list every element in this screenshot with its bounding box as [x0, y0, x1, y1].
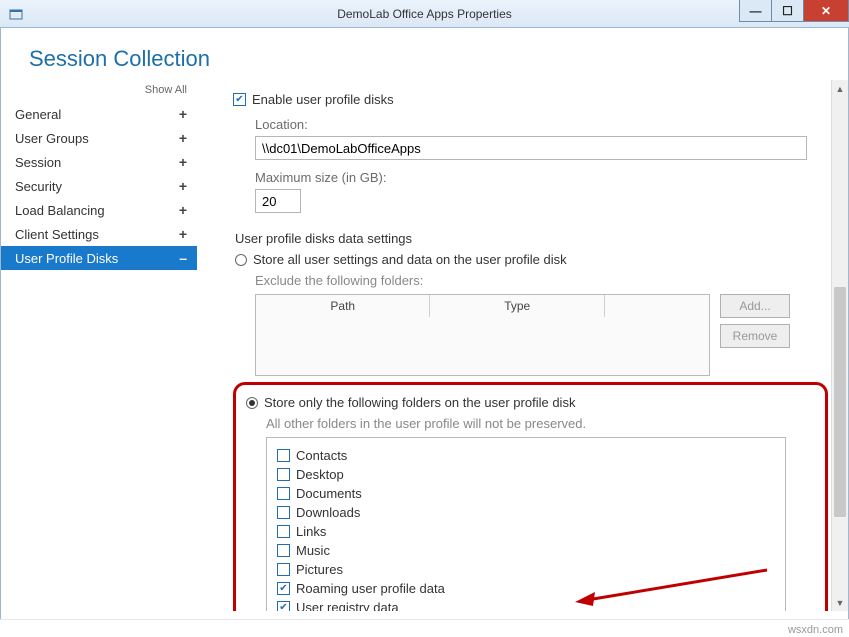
- add-button[interactable]: Add...: [720, 294, 790, 318]
- maxsize-label: Maximum size (in GB):: [255, 170, 828, 185]
- vertical-scrollbar[interactable]: ▲ ▼: [831, 80, 848, 611]
- chk-registry[interactable]: ✔: [277, 601, 290, 611]
- col-path[interactable]: Path: [256, 295, 430, 317]
- expand-icon: +: [179, 202, 187, 218]
- exclude-folders-body: [256, 317, 709, 375]
- sidebar-item-general[interactable]: General +: [1, 102, 197, 126]
- lbl-documents: Documents: [296, 486, 362, 501]
- exclude-folders-table: Path Type: [255, 294, 710, 376]
- sidebar-item-label: General: [15, 107, 61, 122]
- window-controls: — ☐ ✕: [739, 0, 849, 22]
- sidebar-item-label: Security: [15, 179, 62, 194]
- radio-store-only-label: Store only the following folders on the …: [264, 395, 575, 410]
- chk-music[interactable]: [277, 544, 290, 557]
- expand-icon: +: [179, 154, 187, 170]
- sidebar: Show All General+ User Groups+ Session+ …: [1, 80, 197, 611]
- sidebar-item-label: User Groups: [15, 131, 89, 146]
- scroll-track[interactable]: [832, 97, 848, 594]
- window-titlebar: DemoLab Office Apps Properties — ☐ ✕: [0, 0, 849, 28]
- scroll-up-icon[interactable]: ▲: [832, 80, 848, 97]
- sidebar-item-security[interactable]: Security +: [1, 174, 197, 198]
- collapse-icon: –: [179, 250, 187, 266]
- lbl-links: Links: [296, 524, 326, 539]
- scroll-thumb[interactable]: [834, 287, 846, 517]
- radio-store-only[interactable]: [246, 397, 258, 409]
- minimize-button[interactable]: —: [739, 0, 771, 22]
- lbl-desktop: Desktop: [296, 467, 344, 482]
- col-type[interactable]: Type: [430, 295, 604, 317]
- sidebar-item-load-balancing[interactable]: Load Balancing +: [1, 198, 197, 222]
- location-input[interactable]: [255, 136, 807, 160]
- chk-downloads[interactable]: [277, 506, 290, 519]
- expand-icon: +: [179, 178, 187, 194]
- sidebar-item-client-settings[interactable]: Client Settings +: [1, 222, 197, 246]
- watermark: wsxdn.com: [788, 624, 843, 636]
- radio-store-all[interactable]: [235, 254, 247, 266]
- upd-settings-header: User profile disks data settings: [235, 231, 828, 246]
- exclude-folders-label: Exclude the following folders:: [255, 273, 828, 288]
- expand-icon: +: [179, 130, 187, 146]
- sidebar-item-label: Client Settings: [15, 227, 99, 242]
- workspace: Session Collection Show All General + Use…: [0, 28, 849, 619]
- folder-list: Contacts Desktop Documents Downloads Lin…: [266, 437, 786, 611]
- highlighted-section: Store only the following folders on the …: [233, 382, 828, 611]
- sidebar-item-label: User Profile Disks: [15, 251, 118, 266]
- sidebar-item-session[interactable]: Session +: [1, 150, 197, 174]
- lbl-pictures: Pictures: [296, 562, 343, 577]
- lbl-music: Music: [296, 543, 330, 558]
- chk-contacts[interactable]: [277, 449, 290, 462]
- lbl-registry: User registry data: [296, 600, 399, 611]
- sidebar-item-user-groups[interactable]: User Groups +: [1, 126, 197, 150]
- location-label: Location:: [255, 117, 828, 132]
- chk-desktop[interactable]: [277, 468, 290, 481]
- chk-documents[interactable]: [277, 487, 290, 500]
- expand-icon: +: [179, 106, 187, 122]
- sidebar-item-label: Session: [15, 155, 61, 170]
- chk-roaming[interactable]: ✔: [277, 582, 290, 595]
- window-title: DemoLab Office Apps Properties: [0, 7, 849, 21]
- app-icon: [6, 4, 26, 24]
- lbl-downloads: Downloads: [296, 505, 360, 520]
- col-empty: [605, 295, 709, 317]
- expand-icon: +: [179, 226, 187, 242]
- remove-button[interactable]: Remove: [720, 324, 790, 348]
- lbl-roaming: Roaming user profile data: [296, 581, 445, 596]
- enable-upd-checkbox[interactable]: ✔: [233, 93, 246, 106]
- page-title: Session Collection: [1, 28, 848, 80]
- maximize-button[interactable]: ☐: [771, 0, 803, 22]
- show-all-link[interactable]: Show All: [1, 84, 197, 102]
- maxsize-input[interactable]: [255, 189, 301, 213]
- store-only-note: All other folders in the user profile wi…: [266, 416, 815, 431]
- close-button[interactable]: ✕: [803, 0, 849, 22]
- chk-pictures[interactable]: [277, 563, 290, 576]
- bottom-bar: [0, 619, 849, 637]
- content-pane: ✔ Enable user profile disks Location: Ma…: [197, 80, 848, 611]
- scroll-down-icon[interactable]: ▼: [832, 594, 848, 611]
- radio-store-all-label: Store all user settings and data on the …: [253, 252, 567, 267]
- sidebar-item-label: Load Balancing: [15, 203, 105, 218]
- chk-links[interactable]: [277, 525, 290, 538]
- lbl-contacts: Contacts: [296, 448, 347, 463]
- enable-upd-label: Enable user profile disks: [252, 92, 394, 107]
- sidebar-item-user-profile-disks[interactable]: User Profile Disks –: [1, 246, 197, 270]
